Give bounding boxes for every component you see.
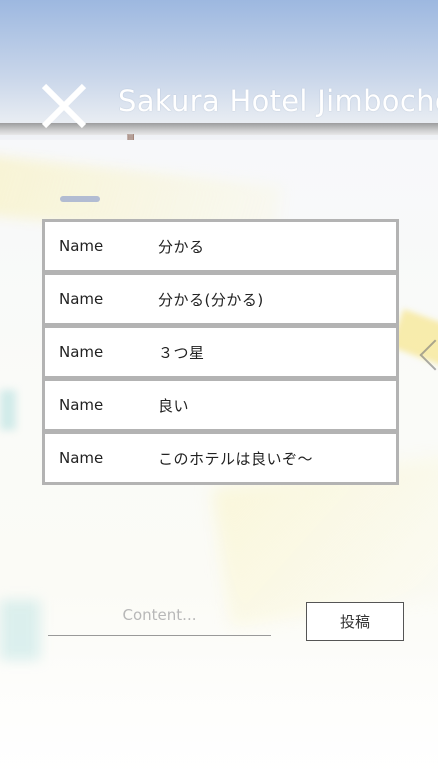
close-button[interactable] xyxy=(38,80,90,132)
comment-author: Name xyxy=(59,343,104,361)
comment-author: Name xyxy=(59,290,104,308)
comment-text: ３つ星 xyxy=(158,344,205,362)
comment-author: Name xyxy=(59,449,104,467)
comment-list: Name 分かる Name 分かる(分かる) Name ３つ星 Name 良い … xyxy=(42,219,399,485)
comment-text: このホテルは良いぞ〜 xyxy=(158,450,314,468)
comment-row: Name ３つ星 xyxy=(45,328,396,376)
comment-text: 分かる xyxy=(158,238,205,256)
comment-text: 分かる(分かる) xyxy=(158,291,264,309)
post-button[interactable]: 投稿 xyxy=(306,602,404,641)
close-icon xyxy=(41,83,87,129)
hotel-title: Sakura Hotel Jimbocho xyxy=(118,84,438,118)
comment-row: Name 分かる xyxy=(45,222,396,270)
comment-row: Name 分かる(分かる) xyxy=(45,275,396,323)
comment-row: Name 良い xyxy=(45,381,396,429)
comment-text: 良い xyxy=(158,397,190,415)
comment-author: Name xyxy=(59,396,104,414)
content-input[interactable] xyxy=(48,594,271,636)
comment-author: Name xyxy=(59,237,104,255)
map-marker-icon: ▤ xyxy=(127,132,135,141)
comment-row: Name このホテルは良いぞ〜 xyxy=(45,434,396,482)
